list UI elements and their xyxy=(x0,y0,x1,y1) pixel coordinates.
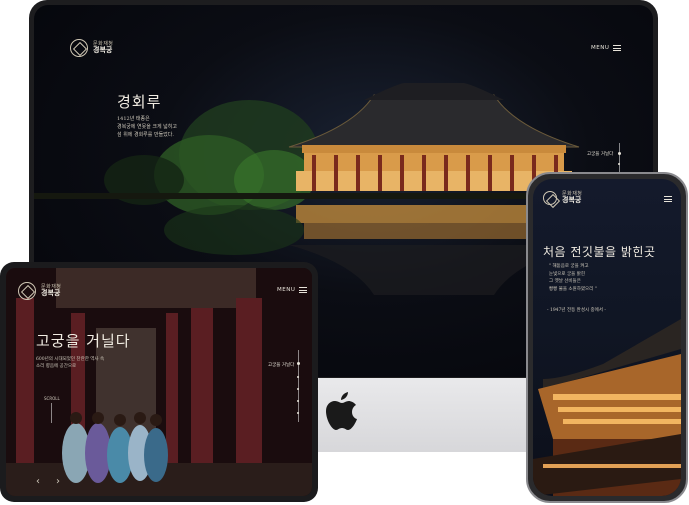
pavilion-roof-upper xyxy=(364,83,504,100)
quote-line: 그 옛날 선비들은 xyxy=(549,279,581,285)
ipad-screen: 문화재청 경복궁 MENU 고궁을 거닐다 600년의 시대되었던 찬란한 역사… xyxy=(6,268,312,496)
side-nav-dot-active[interactable] xyxy=(618,152,621,155)
hero-desc-line: 600년의 시대되었던 찬란한 역사 속 xyxy=(36,357,105,362)
pavilion-reflection xyxy=(304,223,564,239)
palace-corridor-scene xyxy=(6,268,312,496)
side-nav-dot[interactable] xyxy=(297,400,299,402)
menu-button[interactable]: MENU xyxy=(591,45,622,51)
corridor-ceiling xyxy=(56,268,256,308)
prev-arrow-icon[interactable]: ‹ xyxy=(36,476,40,487)
palace-roof-night-scene xyxy=(533,319,681,496)
logo-emblem-icon xyxy=(18,282,36,300)
quote-line: " 해돋음로 궁을 켜고 xyxy=(549,264,589,269)
apple-logo-icon xyxy=(326,392,357,430)
hero-title: 고궁을 거닐다 xyxy=(36,332,131,350)
logo-main-text: 경복궁 xyxy=(93,45,113,54)
side-nav-dot[interactable] xyxy=(297,412,299,414)
hamburger-icon[interactable] xyxy=(664,196,672,202)
logo-emblem-icon xyxy=(543,191,557,205)
site-logo[interactable]: 문화재청 경복궁 xyxy=(70,39,113,57)
site-logo[interactable]: 문화재청 경복궁 xyxy=(18,282,61,300)
ipad-device: 문화재청 경복궁 MENU 고궁을 거닐다 600년의 시대되었던 찬란한 역사… xyxy=(0,262,318,502)
next-arrow-icon[interactable]: › xyxy=(56,476,60,487)
quote-line: 눈빛으로 궁을 밝힌 xyxy=(549,271,585,277)
logo-emblem-icon xyxy=(70,39,88,57)
side-nav-dot-active[interactable] xyxy=(297,362,300,365)
scroll-label: SCROLL xyxy=(44,396,60,401)
side-nav-dot[interactable] xyxy=(297,376,299,378)
device-mockup-stage: 문화재청 경복궁 MENU 경회루 1412년 태종은 경복궁에 연못을 크게 … xyxy=(0,0,689,505)
quote-caption: - 1947년 전등 완성시 중에서 - xyxy=(547,308,606,313)
hamburger-icon xyxy=(613,45,622,51)
hero-title: 경회루 xyxy=(117,93,162,111)
iphone-screen: 문화재청 경복궁 처음 전깃불을 밝힌곳 " 해돋음로 궁을 켜고 눈빛으로 궁… xyxy=(533,179,681,496)
site-logo[interactable]: 문화재청 경복궁 xyxy=(543,191,582,205)
iphone-device: 문화재청 경복궁 처음 전깃불을 밝힌곳 " 해돋음로 궁을 켜고 눈빛으로 궁… xyxy=(526,172,688,503)
side-nav-label[interactable]: 고궁을 거닐다 xyxy=(268,362,294,368)
menu-label: MENU xyxy=(277,287,296,293)
logo-main-text: 경복궁 xyxy=(562,195,582,204)
quote-block: " 해돋음로 궁을 켜고 눈빛으로 궁을 밝힌 그 옛날 선비들은 빵빵 불을 … xyxy=(549,263,597,294)
hero-description: 600년의 시대되었던 찬란한 역사 속 소리 향음에 공간으로 xyxy=(36,356,104,370)
hamburger-icon xyxy=(299,287,308,293)
hero-description: 1412년 태종은 경복궁에 연못을 크게 넓히고 섬 위에 경회루를 만들었다… xyxy=(117,115,177,139)
hero-title: 처음 전깃불을 밝힌곳 xyxy=(543,245,656,259)
scroll-indicator-line xyxy=(51,403,52,423)
pavilion-eaves xyxy=(302,145,566,153)
pavilion-body xyxy=(304,153,564,171)
quote-line: 빵빵 불을 소원하였으리 " xyxy=(549,286,597,292)
side-nav-dot[interactable] xyxy=(618,163,620,165)
tree-reflection xyxy=(164,205,304,255)
hero-desc-line: 섬 위에 경회루를 만들었다. xyxy=(117,132,174,138)
side-nav-label[interactable]: 고궁을 거닐다 xyxy=(587,151,613,157)
menu-label: MENU xyxy=(591,45,610,51)
menu-button[interactable]: MENU xyxy=(277,287,308,293)
hero-desc-line: 경복궁에 연못을 크게 넓히고 xyxy=(117,124,177,130)
hero-desc-line: 소리 향음에 공간으로 xyxy=(36,364,77,370)
pavilion-roof xyxy=(288,94,580,148)
palace-lit-bracket xyxy=(553,394,681,424)
hero-desc-line: 1412년 태종은 xyxy=(117,116,150,122)
logo-main-text: 경복궁 xyxy=(41,288,61,297)
hanbok-figures xyxy=(62,412,168,483)
side-nav-dot[interactable] xyxy=(297,388,299,390)
